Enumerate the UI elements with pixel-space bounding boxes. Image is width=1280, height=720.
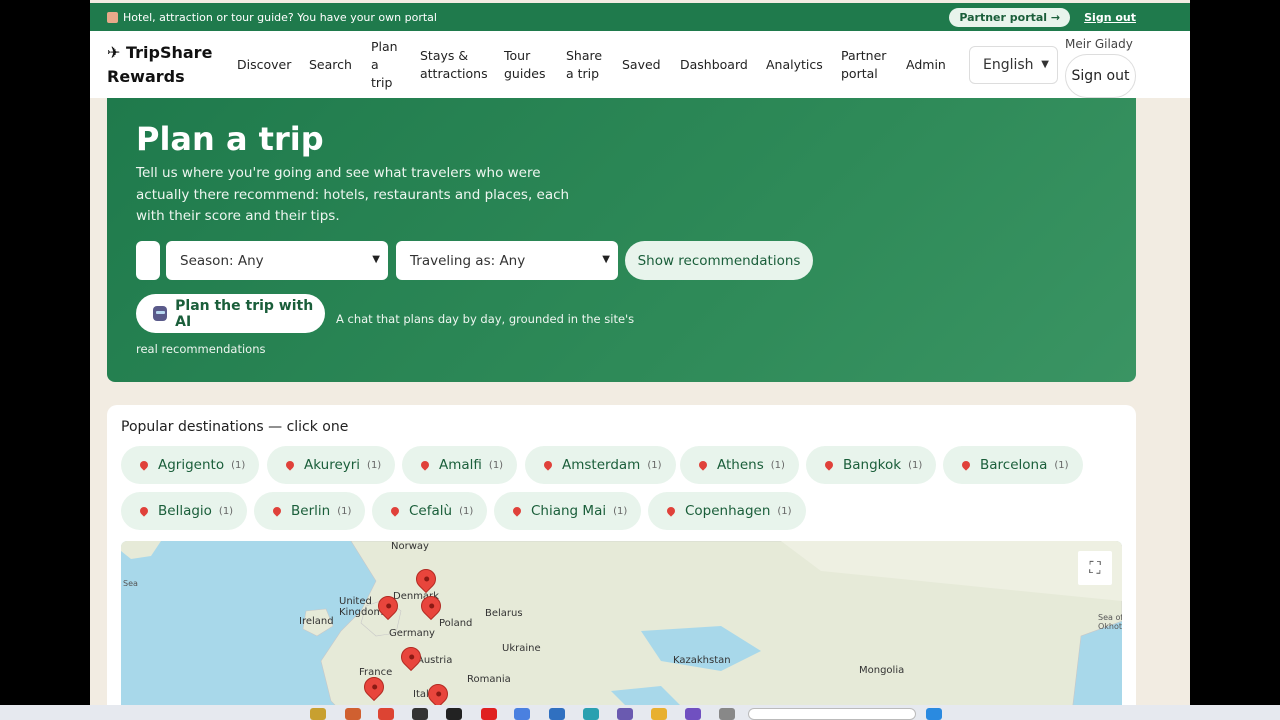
app-icon[interactable] [719, 708, 735, 720]
main-navigation: ✈ TripShare Rewards Discover Search Plan… [90, 31, 1190, 98]
left-letterbox [0, 0, 90, 720]
user-name: Meir Gilady [1065, 37, 1133, 51]
chrome-icon[interactable] [378, 708, 394, 720]
pin-icon [665, 505, 677, 517]
pin-icon [419, 459, 431, 471]
signout-button[interactable]: Sign out [1065, 54, 1136, 98]
destination-chip[interactable]: Bangkok (1) [806, 446, 937, 484]
chevron-down-icon: ▼ [372, 254, 380, 265]
map-label-ireland: Ireland [299, 616, 334, 627]
app-icon[interactable] [310, 708, 326, 720]
chrome-icon[interactable] [514, 708, 530, 720]
taskbar-search[interactable] [748, 708, 916, 720]
destination-chip[interactable]: Chiang Mai (1) [494, 492, 642, 530]
chevron-down-icon: ▼ [1041, 59, 1049, 70]
right-letterbox [1190, 0, 1280, 720]
map-fullscreen-button[interactable]: ⛶ [1078, 551, 1112, 585]
plan-with-ai-button[interactable]: Plan the trip with AI [136, 294, 325, 333]
destination-input[interactable] [136, 241, 160, 280]
destination-chip[interactable]: Akureyri (1) [267, 446, 396, 484]
map-label-norway: Norway [391, 541, 429, 552]
chevron-down-icon: ▼ [602, 254, 610, 265]
youtube-icon[interactable] [481, 708, 497, 720]
robot-icon [153, 306, 168, 321]
hero-description: Tell us where you're going and see what … [136, 165, 570, 224]
map-label-sea: Sea [123, 579, 138, 588]
app-icon[interactable] [685, 708, 701, 720]
nav-dashboard[interactable]: Dashboard [680, 56, 748, 74]
nav-search[interactable]: Search [309, 56, 352, 74]
announcement-text: Hotel, attraction or tour guide? You hav… [123, 10, 437, 24]
pin-icon [960, 459, 972, 471]
plan-trip-hero: Plan a trip Tell us where you're going a… [107, 98, 1136, 382]
destination-chip[interactable]: Berlin (1) [254, 492, 366, 530]
signout-link-top[interactable]: Sign out [1084, 11, 1136, 24]
nav-saved[interactable]: Saved [622, 56, 661, 74]
destination-chip[interactable]: Amalfi (1) [402, 446, 518, 484]
pin-icon [511, 505, 523, 517]
destination-chip[interactable]: Barcelona (1) [943, 446, 1083, 484]
nav-tour-guides[interactable]: Tour guides [504, 47, 549, 83]
destinations-map[interactable]: Norway Denmark United Kingdom Ireland Be… [121, 541, 1122, 705]
nav-share-trip[interactable]: Share a trip [566, 47, 606, 83]
destinations-title: Popular destinations — click one [121, 419, 349, 435]
partner-announcement-bar: Hotel, attraction or tour guide? You hav… [90, 3, 1190, 31]
nav-plan-trip[interactable]: Plan a trip [371, 38, 401, 92]
map-label-germany: Germany [389, 628, 435, 639]
partner-portal-button[interactable]: Partner portal → [949, 7, 1071, 27]
terminal-icon[interactable] [412, 708, 428, 720]
show-recommendations-button[interactable]: Show recommendations [625, 241, 813, 280]
browser-viewport: Hotel, attraction or tour guide? You hav… [90, 0, 1190, 705]
map-label-sea-of-okhotsk: Sea of Okhotsk [1098, 613, 1122, 631]
pin-icon [823, 459, 835, 471]
app-icon[interactable] [345, 708, 361, 720]
map-label-kazakhstan: Kazakhstan [673, 655, 731, 666]
destination-chip[interactable]: Bellagio (1) [121, 492, 248, 530]
nav-partner-portal[interactable]: Partner portal [841, 47, 891, 83]
pin-icon [389, 505, 401, 517]
nav-discover[interactable]: Discover [237, 56, 291, 74]
app-icon[interactable] [446, 708, 462, 720]
destination-chip[interactable]: Amsterdam (1) [525, 446, 676, 484]
season-select[interactable]: Season: Any ▼ [166, 241, 388, 280]
nav-stays-attractions[interactable]: Stays & attractions [420, 47, 490, 83]
os-taskbar [0, 705, 1280, 720]
pin-icon [271, 505, 283, 517]
teams-icon[interactable] [617, 708, 633, 720]
pin-icon [284, 459, 296, 471]
folder-icon[interactable] [651, 708, 667, 720]
pin-icon [138, 505, 150, 517]
map-label-poland: Poland [439, 618, 473, 629]
pin-icon [697, 459, 709, 471]
app-icon[interactable] [549, 708, 565, 720]
language-select[interactable]: English ▼ [969, 46, 1058, 84]
hotel-icon [107, 11, 118, 23]
nav-analytics[interactable]: Analytics [766, 56, 823, 74]
map-label-belarus: Belarus [485, 608, 523, 619]
nav-admin[interactable]: Admin [906, 56, 946, 74]
map-label-mongolia: Mongolia [859, 665, 905, 676]
map-label-austria: Austria [417, 655, 453, 666]
brand-logo[interactable]: ✈ TripShare Rewards [107, 41, 217, 89]
popular-destinations-card: Popular destinations — click one Agrigen… [107, 405, 1136, 705]
edge-icon[interactable] [583, 708, 599, 720]
traveling-as-select[interactable]: Traveling as: Any ▼ [396, 241, 618, 280]
destination-chip[interactable]: Cefalù (1) [372, 492, 488, 530]
map-label-ukraine: Ukraine [502, 643, 541, 654]
pin-icon [542, 459, 554, 471]
pin-icon [138, 459, 150, 471]
destination-chip[interactable]: Athens (1) [680, 446, 799, 484]
page-title: Plan a trip [136, 120, 324, 158]
destination-chip[interactable]: Copenhagen (1) [648, 492, 806, 530]
destination-chip[interactable]: Agrigento (1) [121, 446, 260, 484]
map-label-romania: Romania [467, 674, 511, 685]
windows-start-icon[interactable] [926, 708, 942, 720]
map-land [121, 541, 1122, 705]
